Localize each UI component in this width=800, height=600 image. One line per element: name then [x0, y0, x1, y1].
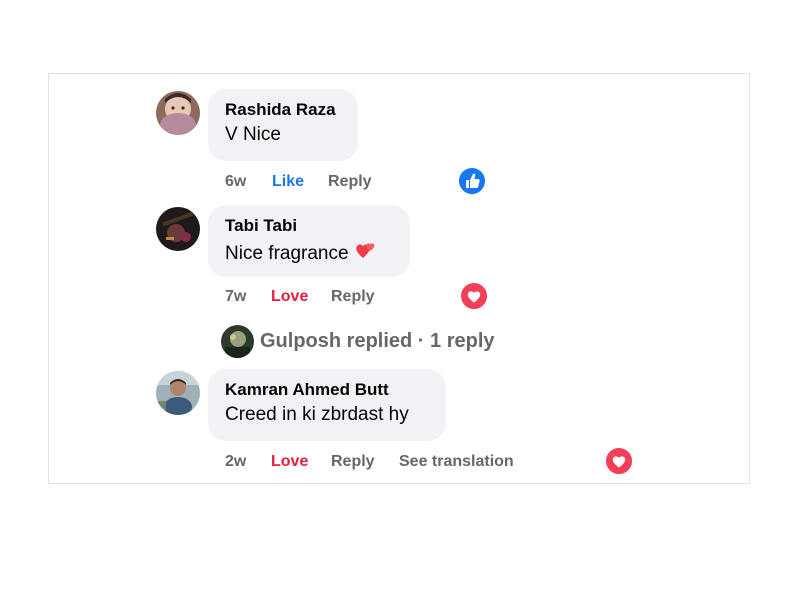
like-icon[interactable]	[457, 166, 487, 196]
comment-bubble: Kamran Ahmed Butt Creed in ki zbrdast hy	[208, 369, 446, 441]
comment-author[interactable]: Rashida Raza	[225, 100, 341, 120]
love-button[interactable]: Love	[271, 287, 308, 307]
two-hearts-emoji	[353, 238, 377, 270]
comment-bubble: Rashida Raza V Nice	[208, 89, 358, 161]
love-icon[interactable]	[604, 446, 634, 476]
avatar-kamran-ahmed-butt[interactable]	[156, 371, 200, 415]
comment-time[interactable]: 6w	[225, 172, 246, 192]
comment-author[interactable]: Kamran Ahmed Butt	[225, 380, 429, 400]
reply-button[interactable]: Reply	[331, 287, 375, 307]
love-icon[interactable]	[459, 281, 489, 311]
avatar-tabi-tabi[interactable]	[156, 207, 200, 251]
comment-author[interactable]: Tabi Tabi	[225, 216, 393, 236]
avatar-rashida-raza[interactable]	[156, 91, 200, 135]
see-translation-link[interactable]: See translation	[399, 452, 514, 472]
avatar-gulposh	[221, 324, 254, 358]
comment-text-row: Nice fragrance	[225, 238, 393, 270]
comment-text: Nice fragrance	[225, 243, 349, 264]
replies-summary-text[interactable]: Gulposh replied · 1 reply	[260, 330, 495, 353]
comment-text: V Nice	[225, 124, 281, 145]
comment-text: Creed in ki zbrdast hy	[225, 404, 409, 425]
reply-button[interactable]: Reply	[331, 452, 375, 472]
comment-time[interactable]: 7w	[225, 287, 246, 307]
reply-button[interactable]: Reply	[328, 172, 372, 192]
view-replies-link[interactable]: Gulposh replied · 1 reply	[221, 324, 495, 358]
love-button[interactable]: Love	[271, 452, 308, 472]
like-button[interactable]: Like	[272, 172, 304, 192]
comment-time[interactable]: 2w	[225, 452, 246, 472]
comment-bubble: Tabi Tabi Nice fragrance	[208, 205, 410, 277]
